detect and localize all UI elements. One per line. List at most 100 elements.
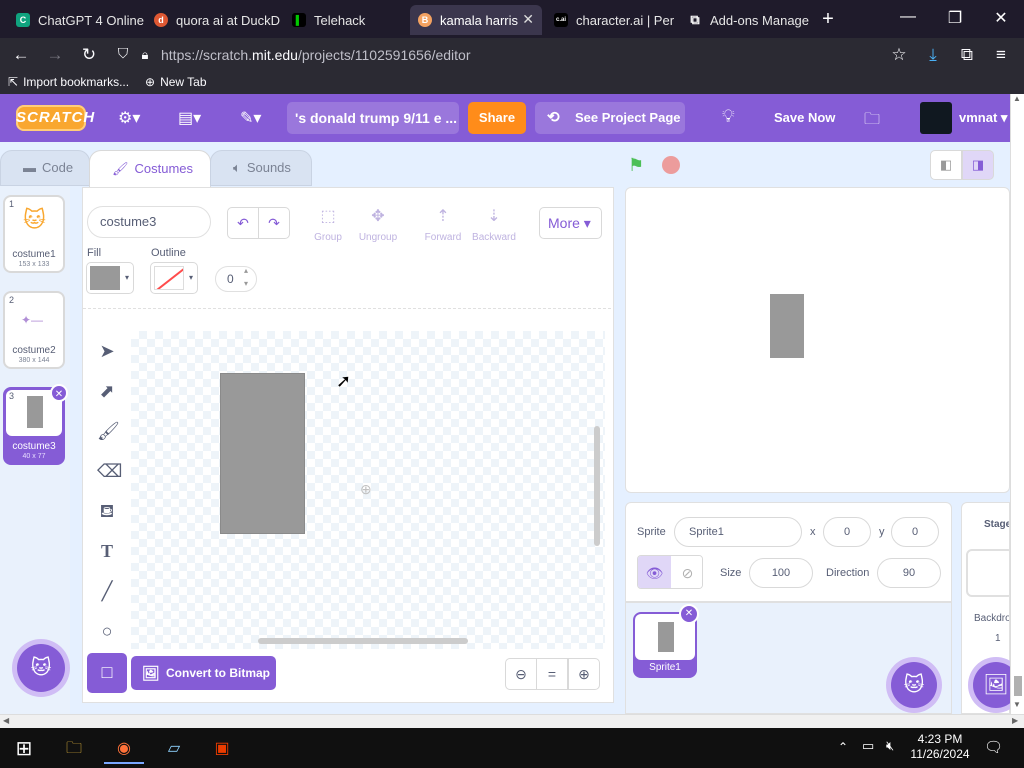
text-tool-icon[interactable]: T [97, 541, 117, 561]
menu-icon[interactable]: ≡ [990, 45, 1012, 65]
extensions-icon[interactable]: ⧉ [956, 45, 978, 65]
office-icon[interactable]: ▣ [202, 734, 242, 764]
y-position-input[interactable]: 0 [891, 517, 939, 547]
fill-bucket-icon[interactable]: ⛾ [97, 501, 117, 521]
system-clock[interactable]: 4:23 PM 11/26/2024 [908, 732, 972, 762]
import-bookmarks-item[interactable]: ⇱ Import bookmarks... [8, 75, 129, 89]
tab-telehack[interactable]: ▌ Telehack [284, 5, 408, 35]
eraser-icon[interactable]: ⌫ [97, 461, 122, 481]
scroll-right-icon[interactable]: ▶ [1012, 716, 1018, 725]
more-menu-button[interactable]: More ▾ [539, 207, 602, 239]
paint-canvas[interactable]: ⊕ ➚ [131, 331, 605, 649]
brush-icon[interactable]: 🖌︎ [97, 421, 120, 441]
new-tab-bookmark[interactable]: ⊕ New Tab [145, 75, 207, 89]
downloads-icon[interactable]: ⤓ [922, 45, 944, 65]
costume-item[interactable]: 2 ✦— costume2 380 x 144 [3, 291, 65, 369]
choose-sprite-button[interactable]: 🐱︎ [891, 662, 937, 708]
windows-start-icon[interactable]: ⊞ [4, 734, 44, 764]
network-icon[interactable]: ▭ [862, 738, 874, 754]
close-window-icon[interactable]: ✕ [981, 8, 1021, 28]
scratch-logo[interactable]: SCRATCH [16, 105, 94, 131]
tab-chatgpt[interactable]: C ChatGPT 4 Online [8, 5, 146, 35]
maximize-icon[interactable]: ❐ [935, 8, 975, 28]
avatar[interactable] [920, 102, 952, 134]
back-arrow-icon[interactable]: ← [10, 45, 32, 65]
minimize-icon[interactable]: — [888, 8, 928, 26]
sprite-on-stage[interactable] [770, 294, 804, 358]
new-tab-button[interactable]: + [808, 8, 848, 31]
circle-tool-icon[interactable]: ○ [97, 621, 117, 641]
x-position-input[interactable]: 0 [823, 517, 871, 547]
sprite-name-input[interactable]: Sprite1 [674, 517, 802, 547]
page-vertical-scrollbar[interactable]: ▲ ▼ [1010, 94, 1024, 714]
tab-character-ai[interactable]: c.ai character.ai | Per [546, 5, 678, 35]
tab-kamala-harris[interactable]: B kamala harris ✕ [410, 5, 542, 35]
show-eye-icon[interactable]: 👁︎ [638, 556, 671, 588]
group-button[interactable]: ⬚ Group [303, 206, 353, 243]
delete-sprite-icon[interactable]: ✕ [679, 604, 699, 624]
scroll-up-icon[interactable]: ▲ [1013, 94, 1021, 103]
zoom-in-icon[interactable]: ⊕ [568, 658, 600, 690]
tab-addons-manager[interactable]: ⧉ Add-ons Manage [680, 5, 812, 35]
username[interactable]: vmnat ▾ [959, 110, 1007, 126]
tab-costumes[interactable]: 🖌︎ Costumes [89, 150, 211, 187]
select-arrow-icon[interactable]: ➤ [97, 341, 117, 361]
ungroup-button[interactable]: ✥ Ungroup [353, 206, 403, 243]
costume-name-input[interactable]: costume3 [87, 206, 211, 238]
undo-icon[interactable]: ↶ [227, 207, 259, 239]
firefox-icon[interactable]: ◉ [104, 734, 144, 764]
project-title-input[interactable]: 's donald trump 9/11 e ... [287, 102, 459, 134]
large-stage-icon[interactable]: ◨ [962, 150, 994, 180]
my-stuff-folder-icon[interactable]: 🗀 [864, 108, 880, 135]
fill-color-picker[interactable]: ▾ [86, 262, 134, 294]
stroke-width-stepper[interactable]: 0 ▴ ▾ [215, 266, 257, 292]
notepad-icon[interactable]: ▱ [154, 734, 194, 764]
url-bar[interactable]: https://scratch.mit.edu/projects/1102591… [161, 42, 921, 68]
tab-duckduckgo[interactable]: d quora ai at DuckD [146, 5, 284, 35]
close-tab-icon[interactable]: ✕ [522, 11, 534, 28]
file-explorer-icon[interactable]: 🗀 [54, 734, 94, 764]
green-flag-icon[interactable]: ⚑ [628, 155, 644, 176]
zoom-out-icon[interactable]: ⊖ [505, 658, 537, 690]
convert-to-bitmap-button[interactable]: 🖼︎ Convert to Bitmap [131, 656, 276, 690]
rectangle-tool-icon[interactable]: □ [87, 653, 127, 693]
direction-input[interactable]: 90 [877, 558, 941, 588]
outline-color-picker[interactable]: ▾ [150, 262, 198, 294]
volume-muted-icon[interactable]: 🔇︎ [886, 738, 894, 754]
forward-arrow-icon[interactable]: → [44, 45, 66, 65]
chevron-up-icon[interactable]: ⌃ [838, 740, 848, 754]
shield-icon[interactable]: ⛉ [112, 45, 134, 62]
reload-icon[interactable]: ↻ [78, 45, 100, 65]
stop-sign-icon[interactable] [662, 156, 680, 174]
settings-gear-icon[interactable]: ⚙▾ [118, 108, 140, 128]
stepper-arrows-icon[interactable]: ▴ ▾ [244, 264, 248, 290]
size-input[interactable]: 100 [749, 558, 813, 588]
delete-costume-icon[interactable]: ✕ [50, 384, 68, 402]
canvas-vertical-scrollbar[interactable] [594, 426, 600, 546]
redo-icon[interactable]: ↷ [258, 207, 290, 239]
scroll-thumb[interactable] [1014, 676, 1022, 696]
page-horizontal-scrollbar[interactable]: ◀ ▶ [0, 714, 1024, 728]
scroll-down-icon[interactable]: ▼ [1013, 700, 1021, 709]
hide-eye-icon[interactable]: ⊘ [671, 556, 702, 588]
edit-pencil-icon[interactable]: ✎▾ [240, 108, 261, 128]
lock-icon[interactable]: 🔒︎ [134, 47, 156, 63]
choose-costume-button[interactable]: 🐱︎ [17, 644, 65, 692]
small-stage-icon[interactable]: ◧ [930, 150, 962, 180]
reshape-icon[interactable]: ⬈ [97, 381, 117, 401]
file-menu-icon[interactable]: ▤▾ [178, 108, 201, 128]
backward-button[interactable]: ⇣ Backward [469, 206, 519, 243]
bookmark-star-icon[interactable]: ☆ [888, 45, 910, 65]
zoom-reset-button[interactable]: = [536, 658, 568, 690]
costume-rectangle-shape[interactable] [220, 373, 305, 534]
tab-sounds[interactable]: 🔈︎ Sounds [210, 150, 312, 186]
stage-canvas[interactable] [625, 187, 1010, 493]
see-project-page-button[interactable]: ⟲ See Project Page [535, 102, 685, 134]
notifications-icon[interactable]: 🗨︎ [984, 738, 1003, 756]
forward-button[interactable]: ⇡ Forward [418, 206, 468, 243]
line-tool-icon[interactable]: ╱ [97, 581, 117, 601]
save-now-button[interactable]: Save Now [774, 110, 835, 125]
tab-code[interactable]: ▬ Code [0, 150, 90, 186]
costume-item[interactable]: 1 🐱︎ costume1 153 x 133 [3, 195, 65, 273]
scroll-left-icon[interactable]: ◀ [3, 716, 9, 725]
